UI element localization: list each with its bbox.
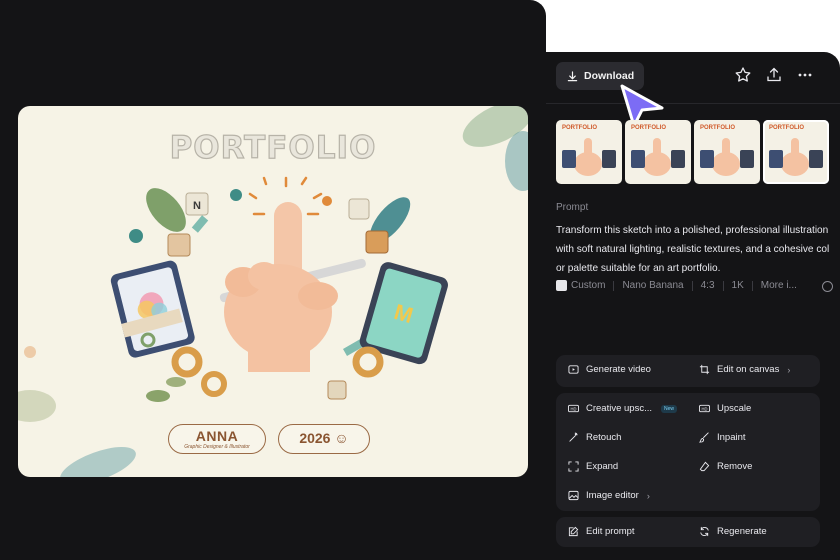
divider — [751, 280, 753, 291]
panel-toolbar: Download — [546, 52, 840, 104]
divider — [691, 280, 693, 291]
year-text: 2026 — [299, 430, 331, 446]
download-icon — [567, 70, 578, 81]
action-group-edit: HD Creative upsc... New HD Upscale Retou… — [556, 393, 820, 511]
generation-meta: Custom Nano Banana 4:3 1K More i... — [556, 280, 797, 291]
expand-icon — [568, 461, 579, 472]
edit-prompt-button[interactable]: Edit prompt — [568, 526, 635, 537]
new-badge: New — [661, 404, 678, 413]
meta-more[interactable]: More i... — [761, 280, 797, 291]
more-options-icon[interactable] — [796, 66, 814, 84]
portfolio-title: PORTFOLIO — [169, 129, 377, 166]
year-badge: 2026 ☺ — [278, 424, 370, 454]
svg-text:HD: HD — [702, 406, 708, 411]
edit-prompt-label: Edit prompt — [586, 526, 635, 537]
inpaint-button[interactable]: Inpaint — [699, 432, 746, 443]
thumbnail-2[interactable]: PORTFOLIO — [625, 120, 691, 184]
thumbnail-1[interactable]: PORTFOLIO — [556, 120, 622, 184]
generate-video-label: Generate video — [586, 364, 651, 375]
chevron-right-icon: › — [646, 490, 650, 501]
image-editor-label: Image editor — [586, 490, 639, 501]
prompt-text: Transform this sketch into a polished, p… — [556, 225, 830, 274]
meta-model: Nano Banana — [622, 280, 684, 291]
edit-icon — [568, 526, 579, 537]
action-group-primary: Generate video Edit on canvas › — [556, 355, 820, 387]
video-icon — [568, 365, 579, 374]
hd-icon: HD — [699, 404, 710, 413]
edit-on-canvas-button[interactable]: Edit on canvas › — [699, 364, 790, 375]
expand-button[interactable]: Expand — [568, 461, 618, 472]
divider — [722, 280, 724, 291]
upscale-button[interactable]: HD Upscale — [699, 403, 751, 414]
creative-upscale-label: Creative upsc... — [586, 403, 652, 414]
chevron-right-icon: › — [787, 364, 791, 375]
svg-text:HD: HD — [571, 406, 577, 411]
creative-upscale-button[interactable]: HD Creative upsc... New — [568, 403, 678, 414]
remove-label: Remove — [717, 461, 753, 472]
generate-video-button[interactable]: Generate video — [568, 364, 651, 375]
subtitle-text: Graphic Designer & Illustrator — [184, 444, 250, 450]
regenerate-button[interactable]: Regenerate — [699, 526, 767, 537]
meta-ratio: 4:3 — [700, 280, 715, 291]
svg-text:N: N — [193, 200, 201, 212]
magic-wand-icon — [569, 432, 578, 442]
regenerate-label: Regenerate — [717, 526, 767, 537]
meta-style: Custom — [571, 280, 606, 291]
canvas-window: N M PORTFOLIO ANNA Graphic Designer & Il… — [0, 0, 546, 560]
thumbnail-label: PORTFOLIO — [631, 125, 666, 131]
image-icon — [568, 490, 579, 501]
retouch-label: Retouch — [586, 432, 622, 443]
style-swatch-icon — [556, 280, 567, 291]
brush-icon — [699, 432, 709, 443]
remove-button[interactable]: Remove — [699, 461, 752, 472]
smile-icon: ☺ — [334, 430, 349, 446]
variant-thumbnails: PORTFOLIO PORTFOLIO PORTFOLIO PORTFOLIO — [556, 120, 829, 184]
name-badge: ANNA Graphic Designer & Illustrator — [168, 424, 266, 454]
retouch-button[interactable]: Retouch — [568, 432, 621, 443]
info-icon[interactable] — [822, 281, 833, 292]
generated-image-preview[interactable]: N M PORTFOLIO ANNA Graphic Designer & Il… — [18, 106, 528, 477]
hd-icon: HD — [568, 404, 579, 413]
meta-resolution: 1K — [731, 280, 744, 291]
action-group-prompt: Edit prompt Regenerate — [556, 517, 820, 547]
thumbnail-4-selected[interactable]: PORTFOLIO — [763, 120, 829, 184]
image-editor-button[interactable]: Image editor › — [568, 490, 650, 501]
crop-icon — [699, 364, 710, 375]
thumbnail-label: PORTFOLIO — [562, 125, 597, 131]
name-text: ANNA — [195, 428, 239, 444]
download-label: Download — [584, 70, 635, 82]
edit-on-canvas-label: Edit on canvas — [717, 364, 780, 375]
inpaint-label: Inpaint — [717, 432, 746, 443]
share-icon[interactable] — [765, 66, 783, 84]
thumbnail-label: PORTFOLIO — [700, 125, 735, 131]
thumbnail-3[interactable]: PORTFOLIO — [694, 120, 760, 184]
image-details-panel: Download PORTFOLIO PORTFOLIO PORTFOLIO P… — [546, 52, 840, 560]
prompt-label: Prompt — [556, 202, 589, 213]
expand-label: Expand — [586, 461, 619, 472]
upscale-label: Upscale — [717, 403, 752, 414]
divider — [613, 280, 615, 291]
refresh-icon — [700, 526, 709, 537]
eraser-icon — [699, 461, 710, 472]
star-icon[interactable] — [734, 66, 752, 84]
thumbnail-label: PORTFOLIO — [769, 125, 804, 131]
